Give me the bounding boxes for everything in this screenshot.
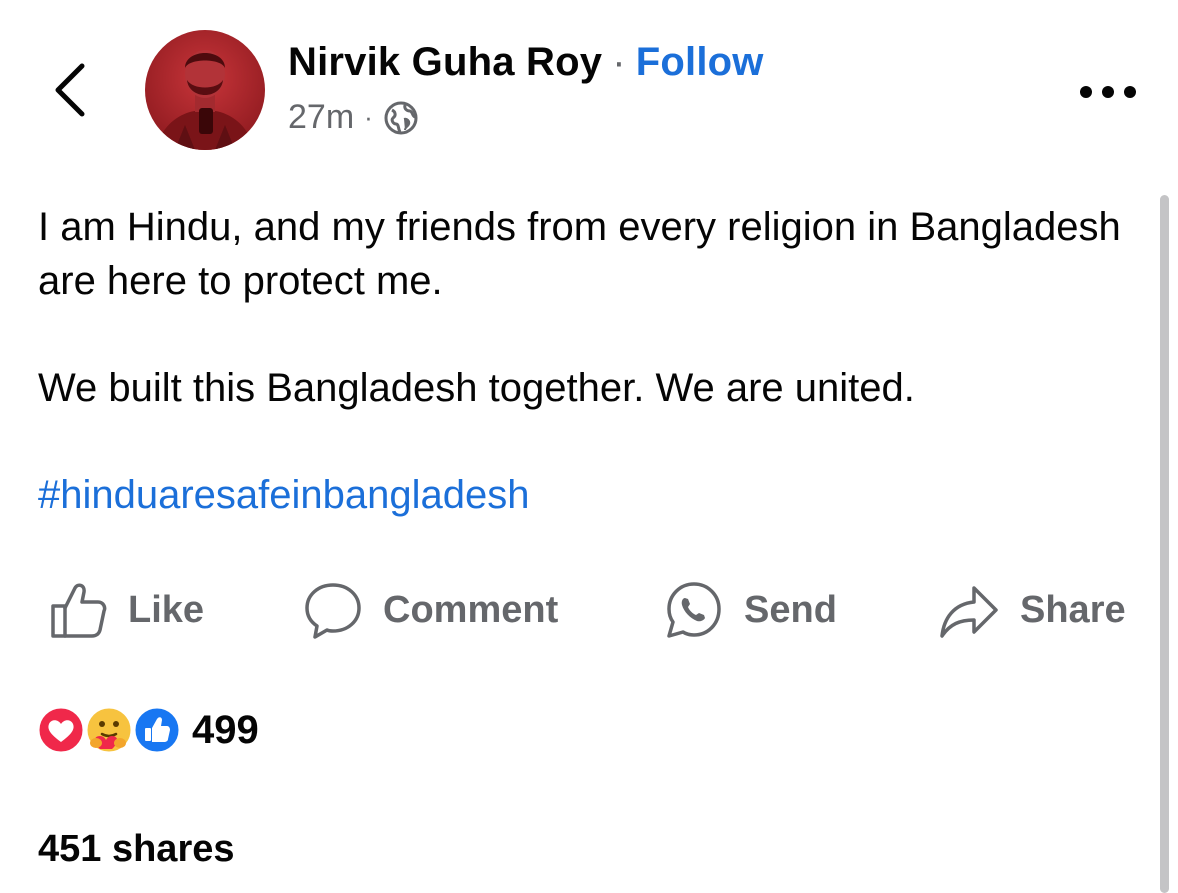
care-icon bbox=[84, 705, 134, 755]
share-button[interactable]: Share bbox=[938, 570, 1126, 650]
author-name[interactable]: Nirvik Guha Roy bbox=[288, 40, 602, 84]
share-label: Share bbox=[1020, 588, 1126, 631]
post-paragraph: We built this Bangladesh together. We ar… bbox=[38, 366, 915, 410]
share-arrow-icon bbox=[940, 586, 998, 638]
like-label: Like bbox=[128, 588, 205, 631]
send-label: Send bbox=[744, 588, 837, 631]
more-options-button[interactable] bbox=[1073, 72, 1143, 112]
like-button[interactable]: Like bbox=[48, 570, 204, 650]
post-body: I am Hindu, and my friends from every re… bbox=[38, 200, 1138, 522]
whatsapp-icon bbox=[667, 582, 721, 638]
globe-icon bbox=[384, 101, 418, 134]
hashtag-link[interactable]: #hinduaresafeinbangladesh bbox=[38, 473, 530, 517]
reaction-icons[interactable] bbox=[36, 705, 184, 755]
comment-icon bbox=[305, 583, 361, 639]
name-separator: · bbox=[612, 40, 626, 84]
follow-button[interactable]: Follow bbox=[636, 40, 764, 84]
send-button[interactable]: Send bbox=[664, 570, 837, 650]
love-icon bbox=[36, 705, 86, 755]
action-bar: Like Comment Send Share bbox=[0, 570, 1150, 650]
reaction-count[interactable]: 499 bbox=[192, 708, 259, 753]
shares-count[interactable]: 451 shares bbox=[38, 828, 235, 871]
like-icon bbox=[132, 705, 182, 755]
meta-separator: · bbox=[364, 102, 373, 132]
post-timestamp[interactable]: 27m bbox=[288, 98, 354, 137]
avatar-image bbox=[145, 30, 265, 150]
author-line: Nirvik Guha Roy · Follow bbox=[288, 40, 764, 85]
reactions-summary: 499 bbox=[36, 705, 259, 755]
thumbs-up-icon bbox=[51, 583, 107, 638]
more-horizontal-icon bbox=[1080, 86, 1136, 98]
back-button[interactable] bbox=[40, 55, 100, 125]
scrollbar[interactable] bbox=[1160, 195, 1169, 893]
comment-label: Comment bbox=[383, 588, 559, 631]
avatar[interactable] bbox=[145, 30, 265, 150]
comment-button[interactable]: Comment bbox=[303, 570, 558, 650]
post-meta: 27m · bbox=[288, 98, 419, 137]
post-paragraph: I am Hindu, and my friends from every re… bbox=[38, 205, 1121, 303]
chevron-left-icon bbox=[55, 63, 85, 117]
